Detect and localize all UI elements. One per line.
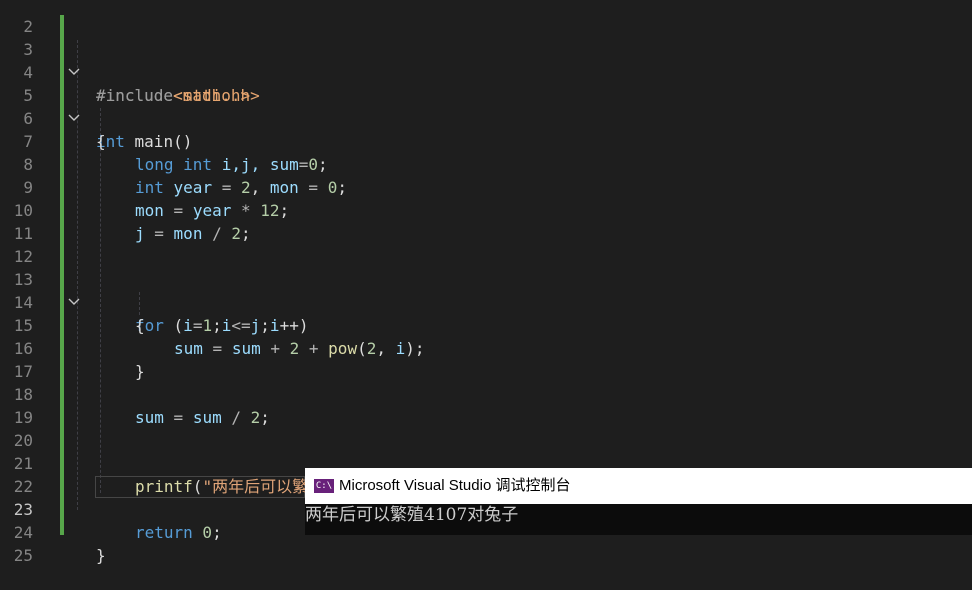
code-line[interactable]: 8 int year = 2, mon = 0; <box>0 130 972 197</box>
code-line[interactable]: 15 sum = sum + 2 + pow(2, i); <box>0 291 972 358</box>
code-line[interactable]: 19 <box>0 383 972 427</box>
brace: } <box>96 546 106 565</box>
code-editor[interactable]: 2 3 #include<stdio.h> 4 #include<math.h>… <box>0 0 972 565</box>
code-line[interactable]: 17 <box>0 337 972 381</box>
code-line[interactable]: 13 for (i=1;i<=j;i++) <box>0 245 972 335</box>
code-line[interactable]: 5 int main() <box>0 61 972 151</box>
code-line[interactable]: 10 j = mon / 2; <box>0 176 972 243</box>
console-title: Microsoft Visual Studio 调试控制台 <box>339 477 571 494</box>
code-line[interactable]: 3 #include<stdio.h> <box>0 15 972 105</box>
code-line[interactable]: 21 printf("两年后可以繁殖%ld对兔子\n",sum); <box>0 429 972 496</box>
code-line[interactable]: 20 <box>0 406 972 450</box>
console-output-text: 两年后可以繁殖4107对兔子 <box>305 505 519 525</box>
code-line[interactable]: 6 { <box>0 84 972 151</box>
code-line[interactable]: 18 sum = sum / 2; <box>0 360 972 427</box>
code-line[interactable]: 7 long int i,j, sum=0; <box>0 107 972 174</box>
code-line[interactable]: 9 mon = year * 12; <box>0 153 972 220</box>
code-line[interactable]: 4 #include<math.h> <box>0 38 972 105</box>
line-number: 25 <box>13 546 33 565</box>
console-title-bar[interactable]: C:\ Microsoft Visual Studio 调试控制台 <box>305 468 972 504</box>
console-app-icon: C:\ <box>314 479 334 493</box>
code-line[interactable]: 16 } <box>0 314 972 381</box>
code-line[interactable]: 12 <box>0 222 972 266</box>
code-line[interactable]: 14 { <box>0 268 972 335</box>
code-line[interactable]: 11 <box>0 199 972 243</box>
debug-console-window[interactable]: C:\ Microsoft Visual Studio 调试控制台 两年后可以繁… <box>305 468 972 535</box>
code-line[interactable]: 2 <box>0 0 972 36</box>
